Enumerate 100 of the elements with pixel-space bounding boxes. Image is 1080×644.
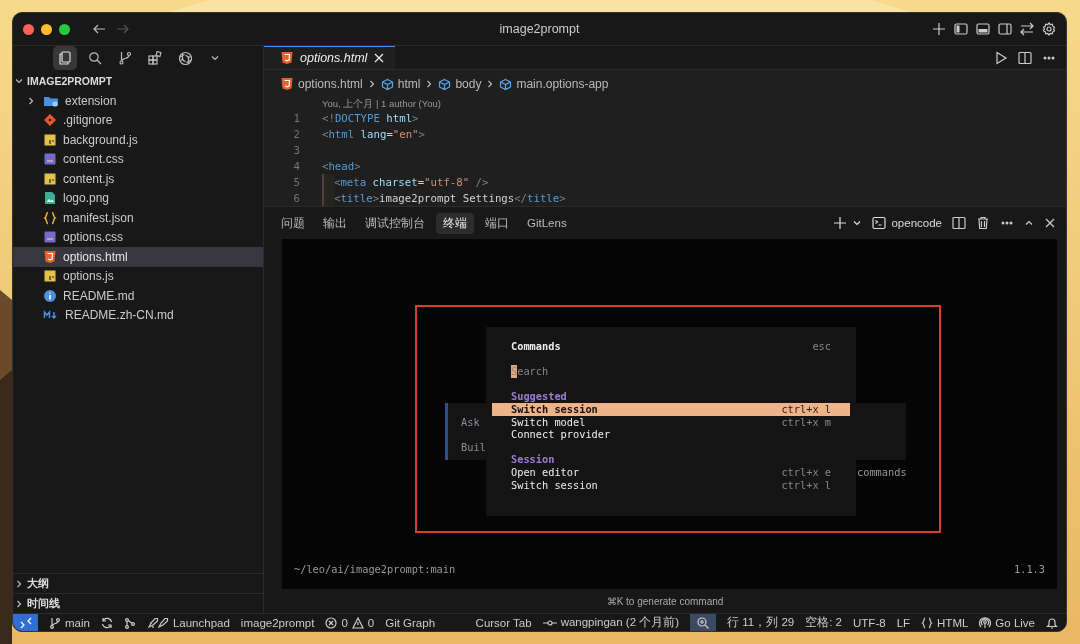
diamond-icon <box>43 113 57 128</box>
shortcut-label: ctrl+x m <box>781 415 831 429</box>
script-file-icon <box>43 269 57 284</box>
chevron-down-icon[interactable] <box>14 76 24 86</box>
warning-icon <box>351 616 364 629</box>
line-number: 1 <box>292 111 300 125</box>
panel-tab[interactable]: 输出 <box>316 212 354 234</box>
source-control-icon[interactable] <box>118 51 132 65</box>
command-item[interactable]: Connect provider <box>492 428 850 441</box>
folder-item[interactable]: extension <box>13 91 263 111</box>
prompt-text: Ask <box>461 416 480 429</box>
section-header[interactable]: 大纲 <box>13 573 263 593</box>
section-header[interactable]: 时间线 <box>13 593 263 613</box>
stylesheet-file-icon <box>43 152 57 167</box>
element-icon <box>380 77 394 91</box>
file-item[interactable]: options.js <box>13 266 263 286</box>
zoom-light[interactable] <box>59 23 70 35</box>
run-icon[interactable] <box>994 50 1008 65</box>
status-item[interactable]: image2prompt <box>240 614 315 631</box>
settings-icon[interactable] <box>1042 22 1056 36</box>
file-item[interactable]: background.js <box>13 130 263 150</box>
code-line: <head> <box>322 158 361 174</box>
status-item[interactable]: 行 11，列 29 <box>727 614 795 631</box>
breadcrumb-item[interactable]: html <box>380 77 421 91</box>
line-number: 4 <box>292 159 300 173</box>
file-item[interactable]: README.zh-CN.md <box>13 305 263 325</box>
chevron-up-icon[interactable] <box>1024 218 1034 228</box>
file-item[interactable]: manifest.json <box>13 208 263 228</box>
split-editor-icon[interactable] <box>1018 50 1032 65</box>
status-item[interactable]: Launchpad <box>146 614 230 631</box>
element-icon <box>438 77 452 91</box>
line-number: 2 <box>292 127 300 141</box>
codelens-text[interactable]: You, 上个月 | 1 author (You) <box>264 98 1066 110</box>
file-item[interactable]: logo.png <box>13 188 263 208</box>
file-item[interactable]: .gitignore <box>13 110 263 130</box>
chevron-right-icon <box>26 95 36 106</box>
shield-icon <box>280 77 294 91</box>
minimize-light[interactable] <box>41 23 52 35</box>
swap-arrows-icon[interactable] <box>1020 22 1034 36</box>
close-light[interactable] <box>23 23 34 35</box>
zoom-button[interactable] <box>690 614 717 631</box>
panel-tab[interactable]: 问题 <box>274 212 312 234</box>
trash-icon[interactable] <box>976 216 990 230</box>
command-item[interactable]: Switch session ctrl+x l <box>492 478 850 492</box>
new-icon[interactable] <box>932 22 946 36</box>
zoom-icon <box>697 616 710 629</box>
status-item[interactable]: UTF-8 <box>853 614 886 631</box>
status-item[interactable]: 空格: 2 <box>805 614 843 631</box>
panel-tab[interactable]: 终端 <box>436 212 474 234</box>
remote-button[interactable] <box>13 614 38 631</box>
toolbar-button[interactable] <box>53 46 77 70</box>
file-item[interactable]: options.css <box>13 227 263 247</box>
terminal-text: commands <box>857 466 907 479</box>
terminal-path: ~/leo/ai/image2prompt:main <box>294 563 456 576</box>
code-line: <title>image2prompt Settings</title> <box>334 190 566 206</box>
file-item[interactable]: README.md <box>13 286 263 306</box>
panel-tab[interactable]: 端口 <box>478 212 516 234</box>
status-item[interactable]: Cursor Tab <box>475 614 532 631</box>
code-line: <html lang="en"> <box>322 126 425 142</box>
status-item[interactable]: Go Live <box>979 614 1035 631</box>
chevron-down-icon[interactable] <box>852 218 863 228</box>
forward-arrow-icon[interactable] <box>116 22 130 36</box>
search-icon[interactable] <box>88 51 102 65</box>
split-terminal-icon[interactable] <box>952 216 966 230</box>
chevron-down-icon[interactable] <box>210 53 220 63</box>
status-item[interactable]: main <box>49 614 90 631</box>
terminal-selector[interactable]: opencode <box>872 216 942 230</box>
command-item[interactable]: Switch model ctrl+x m <box>492 415 850 429</box>
file-item[interactable]: content.js <box>13 169 263 189</box>
status-item[interactable]: wangpingan (2 个月前) <box>542 614 680 631</box>
back-arrow-icon[interactable] <box>92 22 106 36</box>
command-item[interactable]: Open editor ctrl+x e <box>492 465 850 479</box>
breadcrumb-item[interactable]: body <box>438 77 482 91</box>
status-item[interactable]: LF <box>896 614 911 631</box>
explorer-title[interactable]: IMAGE2PROMPT <box>27 75 113 87</box>
status-item[interactable]: Git Graph <box>385 614 436 631</box>
file-item[interactable]: options.html <box>13 247 263 267</box>
panel-layout-icon[interactable] <box>976 22 990 36</box>
group-heading: Suggested <box>510 390 568 403</box>
sidebar-layout-icon[interactable] <box>954 22 968 36</box>
secondary-sidebar-icon[interactable] <box>998 22 1012 36</box>
extensions-icon[interactable] <box>148 51 162 65</box>
group-heading: Session <box>510 453 556 466</box>
close-icon[interactable] <box>373 52 386 64</box>
script-file-icon <box>43 171 57 186</box>
close-icon[interactable] <box>1044 217 1056 229</box>
breadcrumb-item[interactable]: main.options-app <box>499 77 609 91</box>
new-terminal-icon[interactable] <box>833 216 848 230</box>
breadcrumb-item[interactable]: options.html <box>280 77 363 91</box>
command-item[interactable]: Switch session ctrl+x l <box>492 402 850 416</box>
file-item[interactable]: content.css <box>13 149 263 169</box>
panel-tab[interactable]: 调试控制台 <box>358 212 432 234</box>
status-item[interactable]: HTML <box>921 614 969 631</box>
prompt-text: Buil <box>461 441 486 454</box>
files-icon[interactable] <box>58 51 72 65</box>
bell-icon <box>1046 616 1058 629</box>
status-item[interactable]: 0 0 <box>325 614 375 631</box>
editor-tab[interactable]: options.html <box>264 46 396 69</box>
panel-tab[interactable]: GitLens <box>520 214 574 232</box>
chevron-right-icon <box>14 578 24 589</box>
